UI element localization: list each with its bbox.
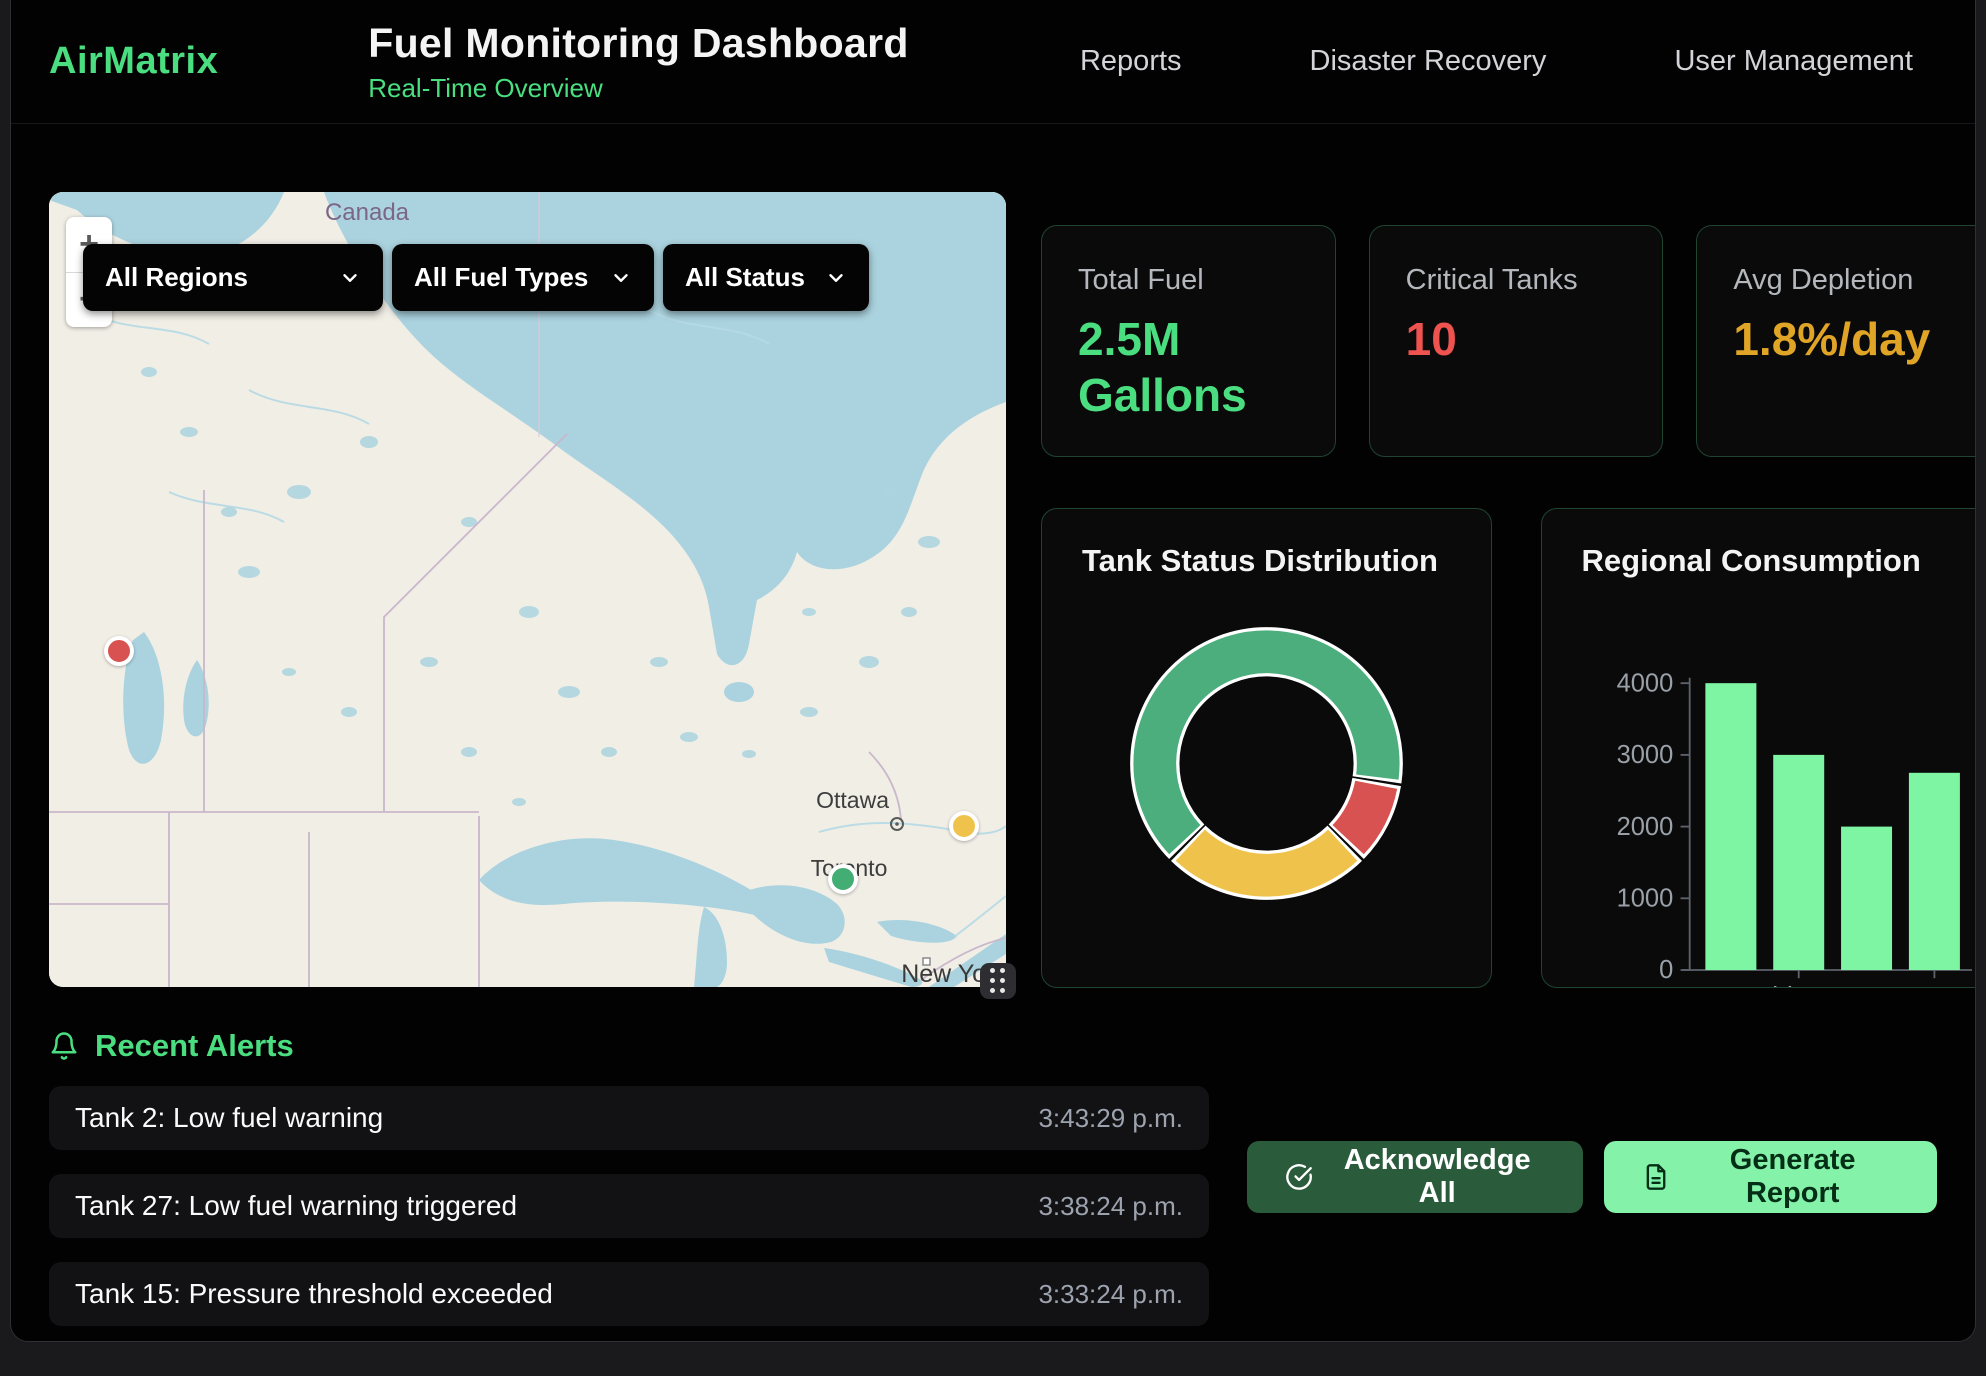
stat-label: Avg Depletion — [1733, 264, 1954, 297]
svg-text:West: West — [1904, 982, 1964, 988]
check-circle-icon — [1285, 1162, 1313, 1192]
generate-report-button[interactable]: Generate Report — [1604, 1141, 1937, 1213]
alert-timestamp: 3:43:29 p.m. — [1038, 1103, 1183, 1134]
alerts-column: Recent Alerts Tank 2: Low fuel warning 3… — [49, 1028, 1209, 1326]
alert-row[interactable]: Tank 15: Pressure threshold exceeded 3:3… — [49, 1262, 1209, 1326]
page-subtitle: Real-Time Overview — [368, 73, 908, 104]
tank-status-donut — [1094, 591, 1439, 936]
map-canvas[interactable]: Canada Ottawa Toronto New York — [49, 192, 1006, 987]
region-filter-value: All Regions — [105, 262, 248, 293]
bar-chart-title: Regional Consumption — [1582, 543, 1951, 579]
alert-timestamp: 3:33:24 p.m. — [1038, 1279, 1183, 1310]
alerts-header: Recent Alerts — [49, 1028, 1209, 1064]
nav-link-disaster-recovery[interactable]: Disaster Recovery — [1310, 45, 1547, 78]
bell-icon — [49, 1031, 79, 1061]
regional-consumption-chart: 0 1000 2000 3000 4000 Midwest West — [1582, 583, 1974, 988]
nav-links: Reports Disaster Recovery User Managemen… — [1080, 45, 1913, 78]
map-marker-critical[interactable] — [104, 636, 134, 666]
alert-row[interactable]: Tank 27: Low fuel warning triggered 3:38… — [49, 1174, 1209, 1238]
charts-row: Tank Status Distribution Regional Consum… — [1041, 508, 1976, 988]
title-block: Fuel Monitoring Dashboard Real-Time Over… — [368, 20, 908, 104]
status-filter-value: All Status — [685, 262, 805, 293]
svg-text:4000: 4000 — [1616, 669, 1673, 697]
tank-status-card: Tank Status Distribution — [1041, 508, 1492, 988]
alert-message: Tank 2: Low fuel warning — [75, 1102, 383, 1134]
dashboard-root: AirMatrix Fuel Monitoring Dashboard Real… — [10, 0, 1976, 1342]
regional-consumption-card: Regional Consumption 0 1000 2000 3000 4000 Mi… — [1541, 508, 1977, 988]
stat-card-critical-tanks: Critical Tanks 10 — [1369, 225, 1664, 457]
alert-row[interactable]: Tank 2: Low fuel warning 3:43:29 p.m. — [49, 1086, 1209, 1150]
stat-card-avg-depletion: Avg Depletion 1.8%/day — [1696, 225, 1976, 457]
map-drag-handle[interactable] — [980, 963, 1016, 999]
stat-value-avg-depletion: 1.8%/day — [1733, 311, 1954, 367]
chevron-down-icon — [339, 267, 361, 289]
top-nav: AirMatrix Fuel Monitoring Dashboard Real… — [11, 0, 1975, 124]
map-marker-warning[interactable] — [949, 811, 979, 841]
alert-timestamp: 3:38:24 p.m. — [1038, 1191, 1183, 1222]
alerts-section: Recent Alerts Tank 2: Low fuel warning 3… — [11, 1028, 1975, 1326]
nav-link-user-management[interactable]: User Management — [1674, 45, 1913, 78]
alerts-list: Tank 2: Low fuel warning 3:43:29 p.m. Ta… — [49, 1086, 1209, 1326]
map-filters: All Regions All Fuel Types All Status — [83, 244, 869, 311]
brand-logo: AirMatrix — [49, 40, 218, 83]
fuel-type-filter-select[interactable]: All Fuel Types — [392, 244, 654, 311]
svg-text:3000: 3000 — [1616, 741, 1673, 769]
stat-card-total-fuel: Total Fuel 2.5M Gallons — [1041, 225, 1336, 457]
map-markers — [49, 192, 1006, 987]
stat-label: Total Fuel — [1078, 264, 1299, 297]
nav-link-reports[interactable]: Reports — [1080, 45, 1182, 78]
page-title: Fuel Monitoring Dashboard — [368, 20, 908, 67]
fuel-type-filter-value: All Fuel Types — [414, 262, 588, 293]
action-buttons: Acknowledge All Generate Report — [1247, 1141, 1937, 1213]
svg-text:Midwest: Midwest — [1750, 982, 1847, 988]
stats-row: Total Fuel 2.5M Gallons Critical Tanks 1… — [1041, 225, 1976, 457]
stat-value-critical-tanks: 10 — [1406, 311, 1627, 367]
region-filter-select[interactable]: All Regions — [83, 244, 383, 311]
acknowledge-all-button[interactable]: Acknowledge All — [1247, 1141, 1583, 1213]
map-panel: Canada Ottawa Toronto New York + − All R… — [49, 192, 1006, 987]
alerts-title: Recent Alerts — [95, 1028, 294, 1064]
svg-text:2000: 2000 — [1616, 813, 1673, 841]
svg-text:1000: 1000 — [1616, 885, 1673, 913]
alert-message: Tank 15: Pressure threshold exceeded — [75, 1278, 553, 1310]
donut-wrap — [1082, 591, 1451, 936]
svg-text:0: 0 — [1659, 956, 1673, 984]
stat-value-total-fuel: 2.5M Gallons — [1078, 311, 1299, 423]
chevron-down-icon — [610, 267, 632, 289]
status-filter-select[interactable]: All Status — [663, 244, 869, 311]
generate-report-label: Generate Report — [1686, 1144, 1899, 1210]
main-content: Canada Ottawa Toronto New York + − All R… — [11, 124, 1975, 988]
acknowledge-all-label: Acknowledge All — [1329, 1144, 1545, 1210]
chevron-down-icon — [825, 267, 847, 289]
file-report-icon — [1642, 1162, 1670, 1192]
donut-chart-title: Tank Status Distribution — [1082, 543, 1451, 579]
stat-label: Critical Tanks — [1406, 264, 1627, 297]
map-marker-normal[interactable] — [828, 864, 858, 894]
alert-message: Tank 27: Low fuel warning triggered — [75, 1190, 517, 1222]
right-column: Total Fuel 2.5M Gallons Critical Tanks 1… — [1041, 192, 1976, 988]
